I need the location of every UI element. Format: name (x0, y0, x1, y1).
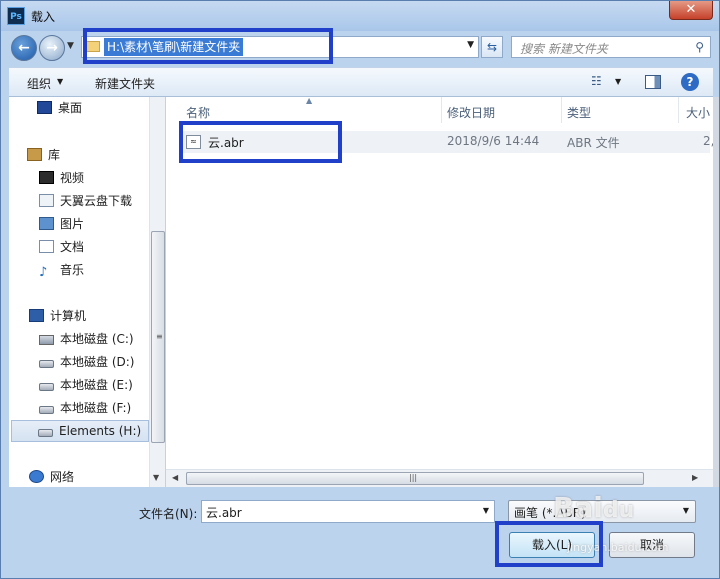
search-input[interactable]: 搜索 新建文件夹 ⚲ (511, 36, 711, 58)
recent-locations-dropdown-icon[interactable]: ▼ (67, 41, 74, 51)
refresh-button[interactable]: ⇆ (481, 36, 503, 58)
chevron-down-icon[interactable]: ▼ (683, 506, 689, 515)
load-dialog: Ps 载入 ✕ ← → ▼ H:\素材\笔刷\新建文件夹 ▼ ⇆ 搜索 新建文件… (0, 0, 720, 579)
sidebar-item-label: 本地磁盘 (D:) (60, 355, 135, 369)
search-placeholder: 搜索 新建文件夹 (520, 42, 608, 56)
sidebar-item-documents[interactable]: 文档 (39, 237, 84, 257)
drive-icon (38, 429, 53, 437)
grip-icon: ||| (409, 473, 418, 482)
library-icon (27, 148, 42, 161)
chevron-down-icon[interactable]: ▼ (467, 40, 474, 50)
sidebar-item-desktop[interactable]: 桌面 (37, 98, 82, 118)
back-button[interactable]: ← (11, 35, 37, 61)
music-icon: ♪ (39, 265, 48, 280)
photoshop-icon: Ps (7, 7, 25, 25)
scroll-right-arrow-icon[interactable]: ▶ (692, 473, 698, 482)
forward-arrow-icon: → (46, 40, 58, 56)
sidebar-item-videos[interactable]: 视频 (39, 168, 84, 188)
filename-value[interactable]: 云.abr (206, 504, 242, 521)
sidebar-item-label: 本地磁盘 (E:) (60, 378, 133, 392)
download-folder-icon (39, 194, 54, 207)
drive-icon (39, 360, 54, 368)
sidebar-item-label: 本地磁盘 (F:) (60, 401, 132, 415)
filename-label: 文件名(N): (139, 507, 198, 521)
sidebar-item-label: Elements (H:) (59, 424, 142, 438)
sidebar-item-music[interactable]: ♪ 音乐 (39, 260, 84, 280)
annotation-box-address (83, 28, 333, 64)
sidebar-item-drive-f[interactable]: 本地磁盘 (F:) (39, 398, 131, 418)
column-header-modified[interactable]: 修改日期 (447, 104, 495, 121)
navigation-pane: 桌面 库 视频 天翼云盘下载 图片 文档 ♪ 音乐 计算机 本地磁盘 (C:) 本… (9, 97, 165, 487)
sidebar-item-label: 库 (48, 148, 61, 162)
title-bar: Ps 载入 ✕ (1, 1, 719, 31)
sort-ascending-icon: ▲ (306, 96, 313, 105)
sidebar-item-label: 音乐 (60, 263, 85, 277)
help-icon[interactable]: ? (681, 73, 699, 91)
filename-field[interactable]: 云.abr ▼ (201, 500, 495, 523)
sidebar-item-label: 图片 (60, 217, 85, 231)
column-headers: ▲ 名称 修改日期 类型 大小 (166, 96, 713, 123)
preview-pane-icon[interactable] (645, 75, 661, 89)
column-header-size[interactable]: 大小 (686, 104, 710, 121)
desktop-icon (37, 101, 52, 114)
new-folder-button[interactable]: 新建文件夹 (95, 75, 155, 92)
column-divider[interactable] (441, 97, 442, 123)
chevron-down-icon: ▼ (57, 77, 64, 86)
sidebar-item-label: 视频 (60, 171, 85, 185)
pictures-icon (39, 217, 54, 230)
annotation-box-file (179, 121, 342, 163)
file-modified: 2018/9/6 14:44 (447, 134, 540, 148)
sidebar-item-drive-e[interactable]: 本地磁盘 (E:) (39, 375, 133, 395)
window-title: 载入 (31, 10, 56, 24)
column-header-name[interactable]: 名称 (186, 104, 210, 121)
sidebar-item-label: 天翼云盘下载 (60, 194, 133, 208)
scrollbar-thumb[interactable]: ≡ (151, 231, 165, 443)
file-type: ABR 文件 (567, 136, 620, 150)
video-icon (39, 171, 54, 184)
file-list-vertical-scrollbar[interactable] (713, 97, 719, 487)
scrollbar-thumb[interactable]: ||| (186, 472, 644, 485)
sidebar-item-label: 本地磁盘 (C:) (60, 332, 134, 346)
sidebar-item-network[interactable]: 网络 (29, 467, 74, 487)
forward-button[interactable]: → (39, 35, 65, 61)
file-list-horizontal-scrollbar[interactable]: ◀ ||| ▶ (166, 469, 713, 487)
close-button[interactable]: ✕ (669, 1, 713, 20)
baidu-watermark-logo: Baidu (553, 491, 635, 524)
column-divider[interactable] (561, 97, 562, 123)
computer-icon (29, 309, 44, 322)
refresh-icon: ⇆ (486, 40, 498, 54)
scroll-down-arrow-icon[interactable]: ▼ (153, 473, 159, 482)
sidebar-item-drive-d[interactable]: 本地磁盘 (D:) (39, 352, 134, 372)
sidebar-item-label: 计算机 (50, 309, 87, 323)
annotation-box-load-button (495, 521, 603, 567)
command-bar: 组织 ▼ 新建文件夹 ☷ ▼ ? (9, 67, 713, 97)
sidebar-item-downloads[interactable]: 天翼云盘下载 (39, 191, 132, 211)
column-header-type[interactable]: 类型 (567, 104, 591, 121)
documents-icon (39, 240, 54, 253)
sidebar-item-drive-c[interactable]: 本地磁盘 (C:) (39, 329, 134, 349)
drive-icon (39, 406, 54, 414)
chevron-down-icon[interactable]: ▼ (483, 506, 489, 515)
sidebar-item-label: 文档 (60, 240, 85, 254)
sidebar-item-label: 桌面 (58, 101, 83, 115)
scroll-left-arrow-icon[interactable]: ◀ (172, 473, 178, 482)
sidebar-item-pictures[interactable]: 图片 (39, 214, 84, 234)
organize-button[interactable]: 组织 (27, 75, 51, 92)
grip-icon: ≡ (156, 332, 163, 341)
column-divider[interactable] (678, 97, 679, 123)
sidebar-item-computer[interactable]: 计算机 (29, 306, 86, 326)
sidebar-item-drive-h[interactable]: Elements (H:) (11, 420, 149, 442)
chevron-down-icon[interactable]: ▼ (615, 77, 621, 86)
view-options-icon[interactable]: ☷ (591, 74, 607, 90)
search-icon[interactable]: ⚲ (695, 40, 704, 54)
back-arrow-icon: ← (18, 40, 30, 56)
sidebar-item-library[interactable]: 库 (27, 145, 60, 165)
network-icon (29, 470, 44, 483)
system-drive-icon (39, 335, 54, 345)
navigation-scrollbar[interactable]: ≡ ▼ (149, 97, 165, 487)
sidebar-item-label: 网络 (50, 470, 75, 484)
drive-icon (39, 383, 54, 391)
